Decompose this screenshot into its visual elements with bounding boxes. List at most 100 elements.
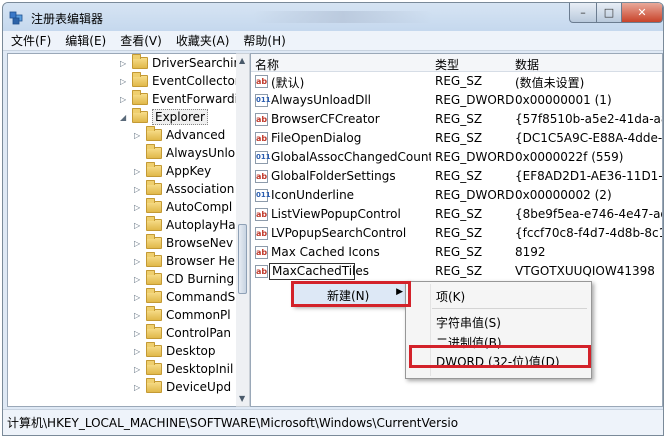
expand-icon[interactable]: ▷ — [134, 257, 144, 266]
tree-item[interactable]: ▷ EventCollector — [120, 72, 239, 90]
value-row-editing[interactable]: ab MaxCachedTiles REG_SZ VTGOTXUUQIOW413… — [251, 263, 662, 281]
menu-file[interactable]: 文件(F) — [11, 32, 51, 49]
expand-icon[interactable]: ▷ — [134, 311, 144, 320]
value-data: VTGOTXUUQIOW41398 — [515, 264, 655, 278]
folder-icon — [146, 216, 162, 231]
value-data: 0x00000002 (2) — [515, 188, 612, 202]
value-row[interactable]: ab (默认) REG_SZ (数值未设置) — [251, 73, 662, 91]
value-row[interactable]: ab Max Cached Icons REG_SZ 8192 — [251, 244, 662, 262]
column-header-data[interactable]: 数据 — [515, 56, 539, 73]
red-highlight-new — [291, 281, 411, 307]
minimize-button[interactable]: – — [569, 3, 597, 23]
tree-item[interactable]: ▷ AutoCompl — [134, 198, 232, 216]
value-type: REG_SZ — [435, 245, 483, 259]
tree-item[interactable]: ▷ Browser He — [134, 252, 235, 270]
tree-scrollbar[interactable]: ▲ ▼ — [236, 53, 250, 407]
list-header: 名称 类型 数据 — [251, 54, 662, 72]
tree-item[interactable]: ▷ EventForwardir — [120, 90, 240, 108]
expand-icon[interactable]: ▷ — [134, 347, 144, 356]
folder-icon — [146, 126, 162, 141]
tree-item[interactable]: ▷ Association — [134, 180, 234, 198]
string-value-icon: ab — [255, 170, 268, 183]
menu-favorites[interactable]: 收藏夹(A) — [176, 32, 230, 49]
value-row[interactable]: ab ListViewPopupControl REG_SZ {8be9f5ea… — [251, 206, 662, 224]
expand-icon[interactable]: ▷ — [134, 167, 144, 176]
expand-icon[interactable]: ▷ — [134, 293, 144, 302]
tree-item-explorer[interactable]: ◢ Explorer — [120, 108, 208, 126]
string-value-icon: ab — [255, 75, 268, 88]
expand-icon[interactable]: ▷ — [120, 77, 130, 86]
folder-icon — [132, 90, 148, 105]
expand-icon[interactable]: ▷ — [134, 383, 144, 392]
expand-icon[interactable]: ▷ — [134, 365, 144, 374]
value-type: REG_SZ — [435, 112, 483, 126]
rename-input[interactable]: MaxCachedTiles — [269, 263, 369, 280]
string-value-icon: ab — [255, 246, 268, 259]
value-row[interactable]: 011 AlwaysUnloadDll REG_DWORD 0x00000001… — [251, 92, 662, 110]
value-data: 8192 — [515, 245, 546, 259]
tree-item[interactable]: ▷ AppKey — [134, 162, 211, 180]
folder-icon — [146, 198, 162, 213]
tree-item-label: DeviceUpd — [166, 380, 232, 394]
expand-icon[interactable]: ▷ — [134, 221, 144, 230]
value-name: ListViewPopupControl — [271, 207, 401, 221]
value-row[interactable]: ab GlobalFolderSettings REG_SZ {EF8AD2D1… — [251, 168, 662, 186]
value-row[interactable]: ab BrowserCFCreator REG_SZ {57f8510b-a5e… — [251, 111, 662, 129]
dword-value-icon: 011 — [255, 94, 271, 107]
maximize-button[interactable]: □ — [596, 3, 622, 23]
collapse-icon[interactable]: ◢ — [120, 113, 130, 122]
column-header-type[interactable]: 类型 — [435, 56, 459, 73]
tree-item-label: Association — [166, 182, 235, 196]
tree-item[interactable]: AlwaysUnlo — [134, 144, 235, 162]
expand-icon[interactable]: ▷ — [134, 239, 144, 248]
tree-item[interactable]: ▷ ControlPan — [134, 324, 231, 342]
value-name: FileOpenDialog — [271, 131, 362, 145]
tree-item[interactable]: ▷ DriverSearchin — [120, 54, 239, 72]
maximize-icon: □ — [603, 6, 615, 19]
folder-icon — [132, 54, 148, 69]
expand-icon[interactable]: ▷ — [134, 329, 144, 338]
tree-item-label: EventForwardir — [152, 92, 240, 106]
expand-icon[interactable]: ▷ — [134, 131, 144, 140]
menu-view[interactable]: 查看(V) — [120, 32, 162, 49]
expand-icon[interactable]: ▷ — [134, 203, 144, 212]
title-bar[interactable]: 注册表编辑器 – □ ✕ — [3, 3, 663, 31]
tree-item[interactable]: ▷ CommandS — [134, 288, 235, 306]
tree-item[interactable]: ▷ Desktop — [134, 342, 216, 360]
tree-item[interactable]: ▷ CommonPl — [134, 306, 231, 324]
scroll-up-icon[interactable]: ▲ — [239, 56, 245, 65]
scroll-down-icon[interactable]: ▼ — [239, 394, 245, 403]
tree-item-label: CommandS — [166, 290, 236, 304]
tree-item[interactable]: ▷ CD Burning — [134, 270, 234, 288]
scrollbar-thumb[interactable] — [238, 224, 247, 294]
menu-item-key[interactable]: 项(K) — [406, 284, 591, 306]
value-row[interactable]: 011 IconUnderline REG_DWORD 0x00000002 (… — [251, 187, 662, 205]
tree-item[interactable]: ▷ Advanced — [134, 126, 225, 144]
expand-icon[interactable]: ▷ — [120, 95, 130, 104]
folder-icon — [146, 162, 162, 177]
expand-icon[interactable]: ▷ — [134, 185, 144, 194]
value-row[interactable]: ab FileOpenDialog REG_SZ {DC1C5A9C-E88A-… — [251, 130, 662, 148]
folder-icon — [146, 234, 162, 249]
menu-help[interactable]: 帮助(H) — [243, 32, 285, 49]
value-name: BrowserCFCreator — [271, 112, 380, 126]
value-name: AlwaysUnloadDll — [271, 93, 372, 107]
menu-edit[interactable]: 编辑(E) — [65, 32, 106, 49]
expand-icon[interactable]: ▷ — [134, 275, 144, 284]
tree-item[interactable]: ▷ BrowseNev — [134, 234, 233, 252]
tree-item[interactable]: ▷ AutoplayHa — [134, 216, 236, 234]
tree-item[interactable]: ▷ DeviceUpd — [134, 378, 231, 396]
folder-icon — [146, 252, 162, 267]
value-name: GlobalAssocChangedCounter — [271, 150, 431, 164]
expand-icon[interactable]: ▷ — [120, 59, 130, 68]
folder-icon — [146, 378, 162, 393]
tree-item[interactable]: ▷ DesktopInil — [134, 360, 233, 378]
close-button[interactable]: ✕ — [621, 3, 663, 23]
value-type: REG_DWORD — [435, 150, 515, 164]
value-row[interactable]: ab LVPopupSearchControl REG_SZ {fccf70c8… — [251, 225, 662, 243]
value-data: {fccf70c8-f4d7-4d8b-8c17-c — [515, 226, 662, 240]
menu-item-string-value[interactable]: 字符串值(S) — [406, 310, 591, 332]
key-tree-pane[interactable]: ▷ DriverSearchin ▷ EventCollector ▷ Even… — [7, 53, 240, 407]
value-row[interactable]: 011 GlobalAssocChangedCounter REG_DWORD … — [251, 149, 662, 167]
column-header-name[interactable]: 名称 — [255, 56, 279, 73]
